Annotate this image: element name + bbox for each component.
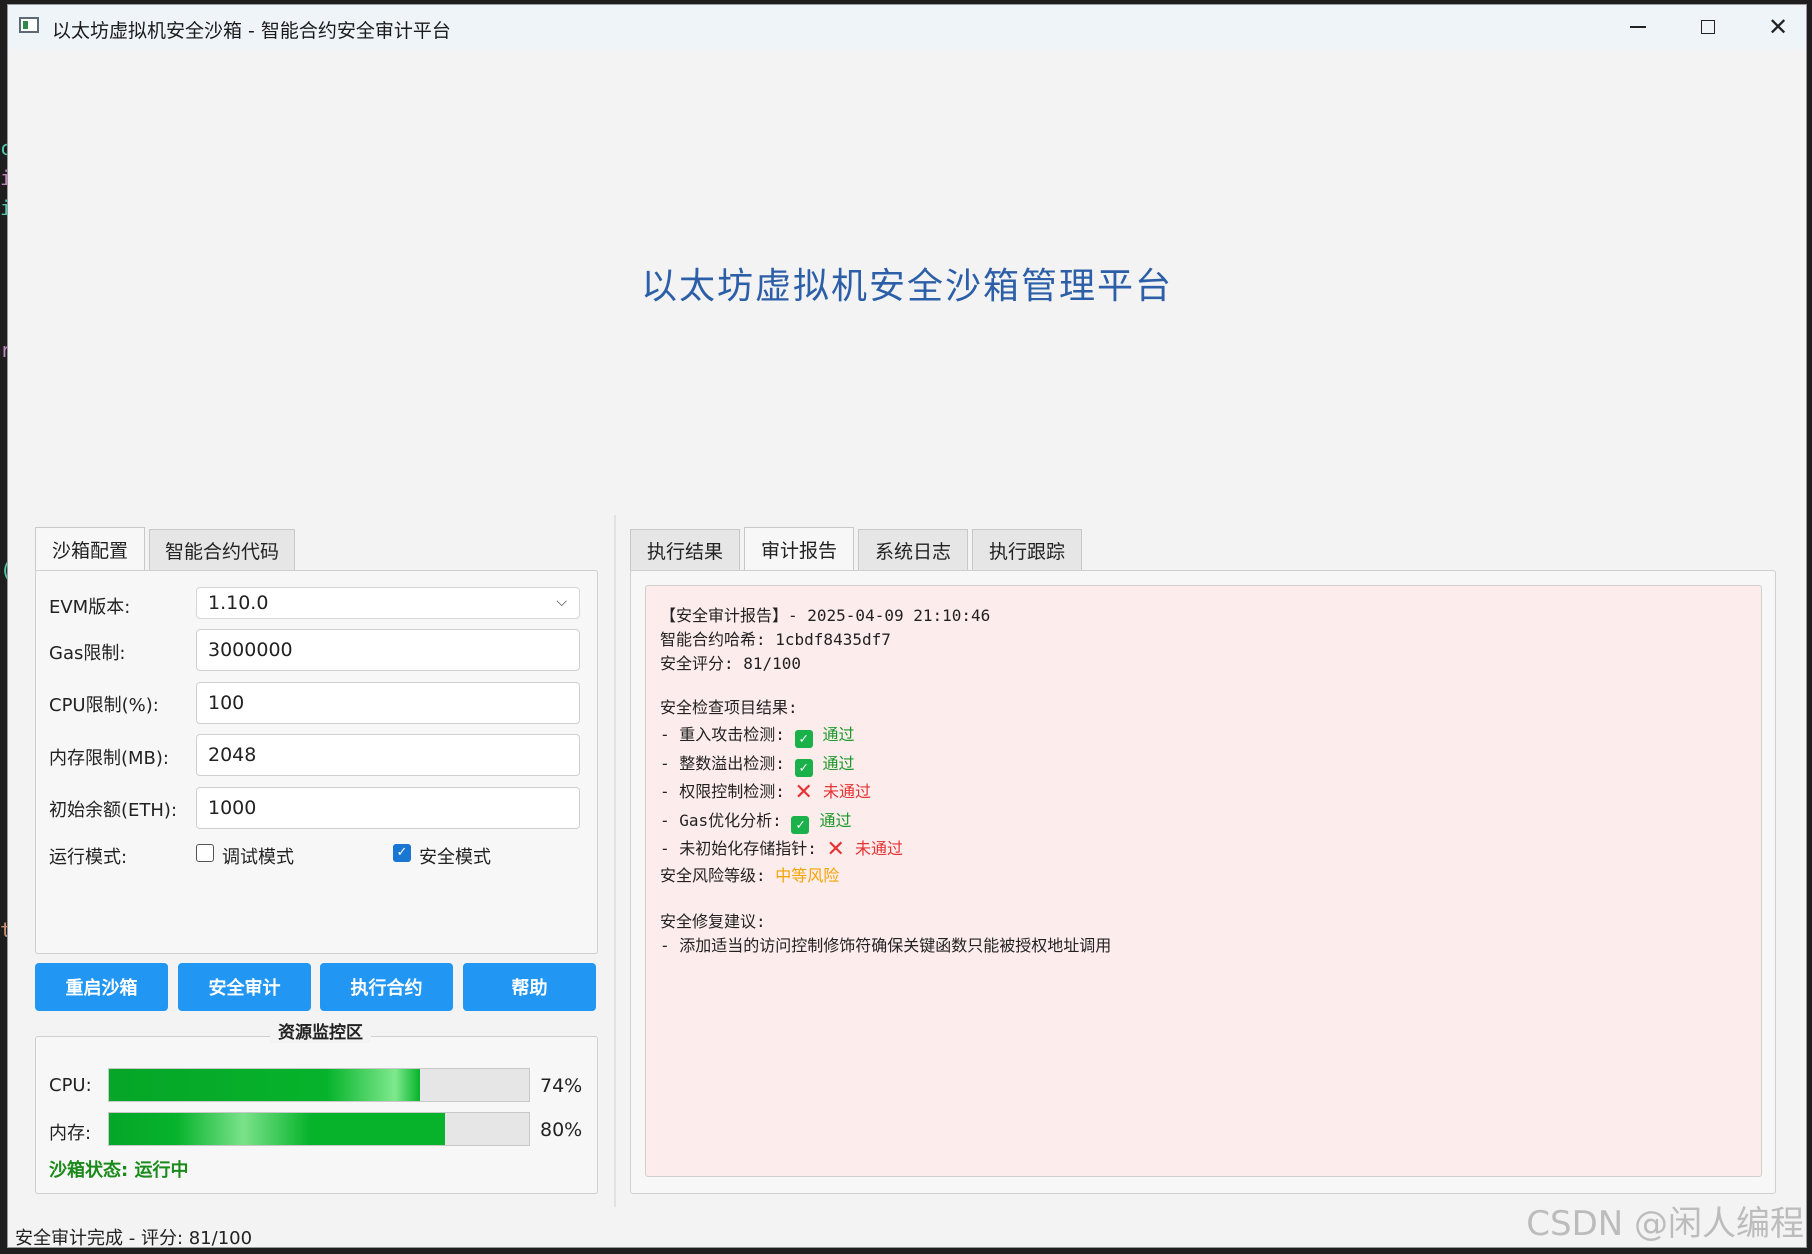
fix-suggestions-title: 安全修复建议: bbox=[660, 912, 766, 931]
risk-level-label: 安全风险等级: bbox=[660, 866, 776, 885]
check-name: - 重入攻击检测: bbox=[660, 725, 795, 744]
check-result: 通过 bbox=[822, 725, 855, 744]
sandbox-status: 沙箱状态: 运行中 bbox=[49, 1160, 189, 1181]
check-item: - 未初始化存储指针: ✕ 未通过 bbox=[660, 835, 903, 862]
help-button[interactable]: 帮助 bbox=[463, 963, 596, 1011]
check-item: - Gas优化分析: ✓ 通过 bbox=[660, 807, 851, 834]
report-checks-title: 安全检查项目结果: bbox=[660, 698, 798, 717]
report-hash-line: 智能合约哈希: 1cbdf8435df7 bbox=[660, 630, 891, 649]
check-name: - 整数溢出检测: bbox=[660, 754, 795, 773]
evm-version-label: EVM版本: bbox=[49, 597, 131, 618]
resource-monitor-title: 资源监控区 bbox=[270, 1018, 371, 1043]
security-audit-button[interactable]: 安全审计 bbox=[178, 963, 311, 1011]
audit-report-text[interactable]: 【安全审计报告】- 2025-04-09 21:10:46 智能合约哈希: 1c… bbox=[645, 585, 1762, 1177]
check-fail-icon: ✕ bbox=[826, 837, 845, 862]
report-header-line: 【安全审计报告】- 2025-04-09 21:10:46 bbox=[660, 606, 991, 625]
check-item: - 整数溢出检测: ✓ 通过 bbox=[660, 750, 855, 777]
check-item: - 权限控制检测: ✕ 未通过 bbox=[660, 778, 871, 805]
fix-suggestion-item: - 添加适当的访问控制修饰符确保关键函数只能被授权地址调用 bbox=[660, 936, 1112, 955]
tab-system-log[interactable]: 系统日志 bbox=[858, 529, 968, 571]
minimize-icon bbox=[1630, 26, 1646, 28]
cpu-limit-input[interactable]: 100 bbox=[196, 682, 580, 724]
tab-audit-report[interactable]: 审计报告 bbox=[744, 527, 854, 571]
watermark: CSDN @闲人编程 bbox=[1526, 1204, 1804, 1244]
cpu-usage-label: CPU: bbox=[49, 1075, 92, 1096]
check-name: - 权限控制检测: bbox=[660, 782, 795, 801]
restart-sandbox-button[interactable]: 重启沙箱 bbox=[35, 963, 168, 1011]
safe-mode-checkbox[interactable]: ✓ bbox=[393, 844, 411, 862]
check-result: 通过 bbox=[819, 811, 852, 830]
close-icon: ✕ bbox=[1767, 13, 1789, 41]
report-score-line: 安全评分: 81/100 bbox=[660, 654, 802, 673]
cpu-progress-bar bbox=[108, 1068, 530, 1102]
check-item: - 重入攻击检测: ✓ 通过 bbox=[660, 721, 855, 748]
run-mode-label: 运行模式: bbox=[49, 847, 128, 868]
check-fail-icon: ✕ bbox=[794, 780, 813, 805]
status-bar: 安全审计完成 - 评分: 81/100 bbox=[15, 1228, 253, 1248]
tab-execution-trace[interactable]: 执行跟踪 bbox=[972, 529, 1082, 571]
cpu-limit-label: CPU限制(%): bbox=[49, 695, 159, 716]
memory-usage-percent: 80% bbox=[540, 1119, 583, 1141]
minimize-button[interactable] bbox=[1603, 5, 1673, 49]
memory-limit-input[interactable]: 2048 bbox=[196, 734, 580, 776]
debug-mode-checkbox[interactable] bbox=[196, 844, 214, 862]
app-window: 以太坊虚拟机安全沙箱 - 智能合约安全审计平台 ✕ 以太坊虚拟机安全沙箱管理平台… bbox=[7, 4, 1807, 1248]
cpu-usage-percent: 74% bbox=[540, 1075, 583, 1097]
initial-balance-input[interactable]: 1000 bbox=[196, 787, 580, 829]
initial-balance-label: 初始余额(ETH): bbox=[49, 800, 178, 821]
maximize-button[interactable] bbox=[1673, 5, 1743, 49]
chevron-down-icon: ⌵ bbox=[556, 594, 567, 610]
check-result: 未通过 bbox=[854, 839, 903, 858]
gas-limit-input[interactable]: 3000000 bbox=[196, 629, 580, 671]
pane-splitter[interactable] bbox=[614, 515, 616, 1207]
title-bar: 以太坊虚拟机安全沙箱 - 智能合约安全审计平台 ✕ bbox=[8, 5, 1806, 49]
check-pass-icon: ✓ bbox=[794, 730, 813, 748]
check-name: - 未初始化存储指针: bbox=[660, 839, 827, 858]
memory-limit-label: 内存限制(MB): bbox=[49, 748, 169, 769]
cpu-progress-fill bbox=[109, 1069, 420, 1101]
risk-level-value: 中等风险 bbox=[775, 866, 840, 885]
close-button[interactable]: ✕ bbox=[1743, 5, 1806, 49]
memory-progress-bar bbox=[108, 1112, 530, 1146]
memory-progress-fill bbox=[109, 1113, 445, 1145]
debug-mode-label: 调试模式 bbox=[222, 847, 294, 868]
page-title: 以太坊虚拟机安全沙箱管理平台 bbox=[640, 266, 1173, 307]
check-name: - Gas优化分析: bbox=[660, 811, 792, 830]
risk-level-line: 安全风险等级: 中等风险 bbox=[660, 862, 839, 886]
check-icon: ✓ bbox=[396, 845, 408, 860]
memory-usage-label: 内存: bbox=[49, 1123, 92, 1144]
evm-version-select[interactable]: 1.10.0 ⌵ bbox=[196, 587, 580, 619]
window-title: 以太坊虚拟机安全沙箱 - 智能合约安全审计平台 bbox=[52, 20, 451, 42]
safe-mode-label: 安全模式 bbox=[419, 847, 491, 868]
check-pass-icon: ✓ bbox=[791, 816, 810, 834]
evm-version-value: 1.10.0 bbox=[208, 592, 269, 614]
maximize-icon bbox=[1701, 20, 1715, 34]
check-result: 未通过 bbox=[822, 782, 871, 801]
execute-contract-button[interactable]: 执行合约 bbox=[320, 963, 453, 1011]
tab-contract-code[interactable]: 智能合约代码 bbox=[149, 529, 295, 571]
tab-execution-result[interactable]: 执行结果 bbox=[630, 529, 740, 571]
check-pass-icon: ✓ bbox=[794, 759, 813, 777]
check-result: 通过 bbox=[822, 754, 855, 773]
app-icon bbox=[19, 17, 39, 33]
tab-sandbox-config[interactable]: 沙箱配置 bbox=[35, 527, 145, 571]
gas-limit-label: Gas限制: bbox=[49, 643, 126, 664]
